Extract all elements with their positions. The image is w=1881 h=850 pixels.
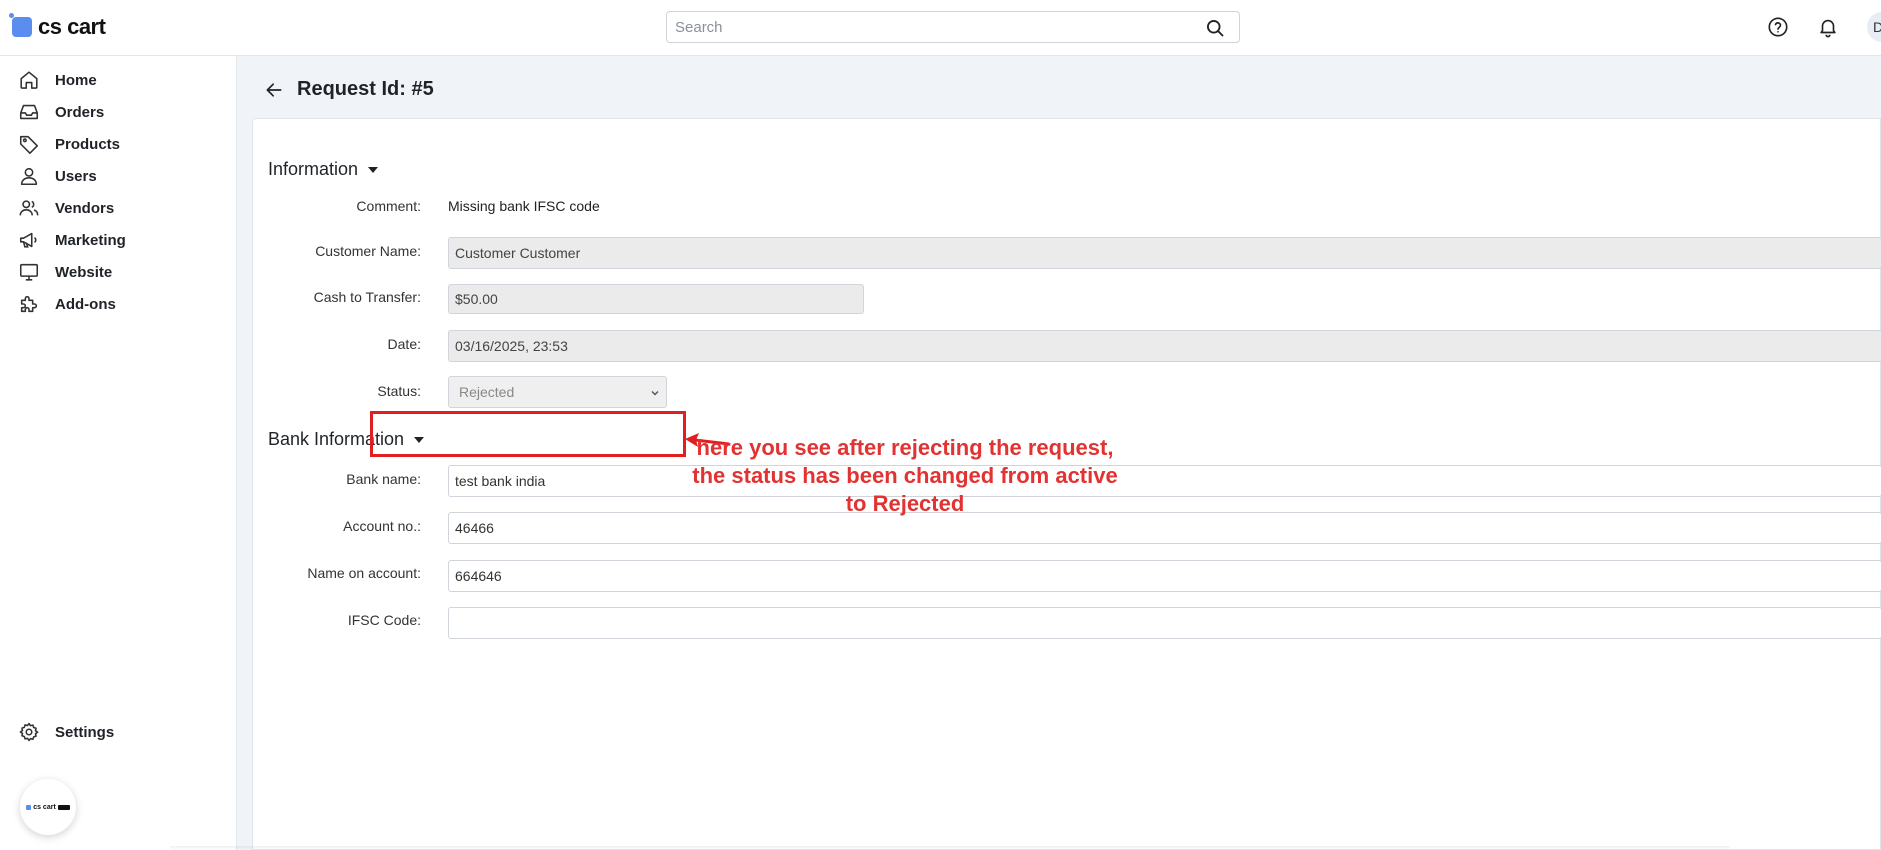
sidebar-item-label: Add-ons — [55, 295, 116, 313]
tag-icon — [19, 135, 39, 154]
customer-name-field: Customer Customer — [448, 237, 1881, 269]
cs-cart-badge[interactable]: cs cart — [20, 779, 76, 835]
information-section-toggle[interactable]: Information — [268, 159, 379, 180]
home-icon — [20, 71, 38, 89]
gear-icon — [19, 722, 39, 742]
search-box — [666, 11, 1240, 43]
information-section-title: Information — [268, 159, 359, 179]
name-on-account-input[interactable]: 664646 — [448, 560, 1881, 592]
caret-down-icon — [368, 166, 379, 173]
cash-to-transfer-field: $50.00 — [448, 284, 864, 314]
puzzle-icon — [20, 295, 38, 313]
sidebar-item-users[interactable]: Users — [18, 162, 97, 190]
name-on-account-label: Name on account: — [307, 565, 421, 581]
sidebar-item-vendors[interactable]: Vendors — [18, 194, 114, 222]
page-title: Request Id: #5 — [297, 78, 434, 100]
sidebar-item-orders[interactable]: Orders — [18, 98, 104, 126]
sidebar-item-website[interactable]: Website — [18, 258, 112, 286]
logo-text: cs cart — [38, 14, 106, 39]
sidebar-item-label: Products — [55, 135, 121, 153]
ifsc-code-input[interactable] — [448, 607, 1881, 639]
sidebar-item-label: Orders — [55, 103, 105, 121]
sidebar-item-label: Users — [55, 167, 97, 185]
sidebar-item-label: Marketing — [55, 231, 126, 249]
monitor-icon — [19, 263, 39, 281]
sidebar-item-label: Home — [55, 71, 97, 89]
cs-cart-logo[interactable]: cs cart — [9, 13, 106, 40]
sidebar-item-products[interactable]: Products — [18, 130, 120, 158]
date-field: 03/16/2025, 23:53 — [448, 330, 1881, 362]
bank-name-label: Bank name: — [346, 471, 421, 487]
bank-name-input[interactable]: test bank india — [448, 465, 1881, 497]
page-header: Request Id: #5 — [264, 78, 434, 101]
users-icon — [19, 200, 39, 216]
customer-name-label: Customer Name: — [315, 243, 421, 259]
comment-value: Missing bank IFSC code — [448, 198, 600, 214]
sidebar: Home Orders Products Users Vendors Marke… — [0, 56, 237, 850]
search-icon[interactable] — [1205, 18, 1225, 38]
sidebar-item-label: Settings — [55, 723, 115, 741]
account-no-label: Account no.: — [343, 518, 421, 534]
status-select: Rejected — [448, 376, 667, 408]
megaphone-icon — [19, 232, 37, 248]
avatar[interactable]: D — [1867, 12, 1881, 42]
sidebar-item-settings[interactable]: Settings — [18, 718, 114, 746]
chevron-down-icon — [651, 390, 659, 396]
cash-to-transfer-label: Cash to Transfer: — [313, 289, 421, 305]
back-arrow-icon[interactable] — [264, 80, 284, 100]
sidebar-item-marketing[interactable]: Marketing — [18, 226, 126, 254]
sidebar-item-label: Vendors — [55, 199, 115, 217]
bottom-shadow — [170, 846, 1730, 850]
status-select-value: Rejected — [459, 384, 515, 400]
badge-logo-icon — [26, 804, 32, 810]
annotation-text: here you see after rejecting the request… — [692, 435, 1118, 516]
badge-logo: cs cart — [26, 804, 70, 811]
help-icon[interactable] — [1767, 16, 1789, 38]
inbox-icon — [19, 104, 39, 120]
status-highlight-box — [370, 411, 686, 457]
bell-icon[interactable] — [1817, 16, 1839, 38]
search-input[interactable] — [667, 12, 1187, 42]
user-icon — [20, 167, 38, 186]
sidebar-item-label: Website — [55, 263, 113, 281]
badge-logo-text: cs cart — [33, 803, 56, 811]
date-label: Date: — [387, 336, 421, 352]
comment-label: Comment: — [356, 198, 421, 214]
logo-mark-icon — [9, 13, 32, 37]
status-label: Status: — [377, 383, 421, 399]
account-no-input[interactable]: 46466 — [448, 512, 1881, 544]
sidebar-item-home[interactable]: Home — [18, 66, 97, 94]
badge-tag-icon — [57, 804, 70, 810]
sidebar-item-add-ons[interactable]: Add-ons — [18, 290, 116, 318]
top-bar: cs cart D — [0, 0, 1881, 56]
ifsc-code-label: IFSC Code: — [347, 612, 421, 628]
